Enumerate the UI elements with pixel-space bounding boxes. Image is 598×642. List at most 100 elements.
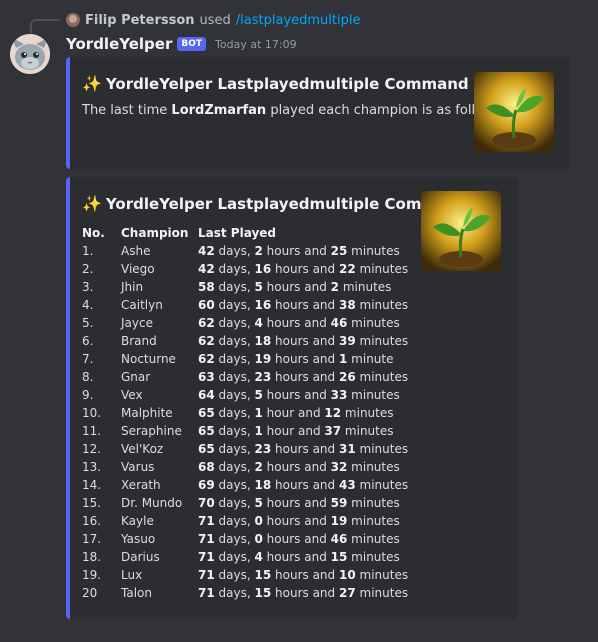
minutes-value: 37 (324, 424, 342, 438)
row-number: 5. (82, 316, 94, 330)
minutes-unit: minutes (351, 244, 400, 258)
row-number: 8. (82, 370, 94, 384)
days-value: 71 (198, 514, 215, 528)
row-last-played: 71 days, 4 hours and 15 minutes (198, 550, 400, 564)
row-champion: Brand (121, 334, 157, 348)
table-row: 6. Brand 62 days, 18 hours and 39 minutes (82, 332, 408, 350)
minutes-value: 2 (330, 280, 339, 294)
hours-unit: hours (275, 298, 309, 312)
row-number: 7. (82, 352, 94, 366)
table-row: 8. Gnar 63 days, 23 hours and 26 minutes (82, 368, 408, 386)
hours-value: 2 (254, 244, 263, 258)
row-champion: Caitlyn (121, 298, 163, 312)
hours-unit: hours (266, 460, 301, 474)
table-row: 16. Kayle 71 days, 0 hours and 19 minutes (82, 512, 408, 530)
row-number: 20 (82, 586, 98, 600)
minutes-unit: minutes (351, 550, 400, 564)
header-no: No. (82, 226, 105, 240)
table-row: 18. Darius 71 days, 4 hours and 15 minutes (82, 548, 408, 566)
row-number: 14. (82, 478, 102, 492)
row-champion: Lux (121, 568, 143, 582)
days-value: 42 (198, 244, 215, 258)
hours-unit: hours (275, 586, 309, 600)
table-row: 7. Nocturne 62 days, 19 hours and 1 minute (82, 350, 408, 368)
message-timestamp[interactable]: Today at 17:09 (215, 38, 297, 51)
table-row: 9. Vex 64 days, 5 hours and 33 minutes (82, 386, 408, 404)
row-champion: Vel'Koz (121, 442, 164, 456)
minutes-unit: minutes (359, 298, 409, 312)
sprout-icon[interactable] (421, 191, 501, 271)
bot-username[interactable]: YordleYelper (66, 35, 172, 53)
sparkles-icon: ✨ (82, 74, 102, 93)
hours-unit: hours (275, 478, 309, 492)
days-value: 62 (198, 316, 215, 330)
hours-unit: hours (275, 442, 309, 456)
minutes-value: 15 (330, 550, 348, 564)
table-row: 15. Dr. Mundo 70 days, 5 hours and 59 minu… (82, 494, 408, 512)
reply-reference[interactable]: Filip Petersson used /lastplayedmultiple (66, 12, 360, 28)
reply-command-link[interactable]: /lastplayedmultiple (236, 13, 361, 28)
hours-value: 19 (254, 352, 272, 366)
days-value: 71 (198, 532, 215, 546)
row-champion: Xerath (121, 478, 161, 492)
minutes-unit: minutes (359, 478, 409, 492)
minutes-value: 26 (338, 370, 356, 384)
table-row: 20 Talon 71 days, 15 hours and 27 minutes (82, 584, 408, 602)
embed-title-text: YordleYelper Lastplayedmultiple Command (105, 74, 469, 93)
days-value: 62 (198, 352, 215, 366)
row-last-played: 71 days, 15 hours and 27 minutes (198, 586, 409, 600)
reply-username[interactable]: Filip Petersson (85, 13, 195, 28)
row-number: 19. (82, 568, 102, 582)
hours-unit: hours (275, 262, 309, 276)
header-champion: Champion (121, 226, 189, 240)
embed-title: ✨ YordleYelper Lastplayedmultiple Comman… (82, 74, 469, 93)
row-last-played: 58 days, 5 hours and 2 minutes (198, 280, 392, 294)
table-row: 2. Viego 42 days, 16 hours and 22 minutes (82, 260, 408, 278)
row-last-played: 64 days, 5 hours and 33 minutes (198, 388, 400, 402)
minutes-value: 46 (330, 316, 348, 330)
sparkles-icon: ✨ (82, 194, 102, 213)
row-number: 13. (82, 460, 102, 474)
minutes-unit: minutes (342, 280, 392, 294)
hours-unit: hours (266, 496, 301, 510)
hours-unit: hours (266, 244, 301, 258)
row-number: 12. (82, 442, 102, 456)
row-number: 15. (82, 496, 102, 510)
row-number: 11. (82, 424, 102, 438)
minutes-unit: minutes (344, 406, 394, 420)
row-champion: Gnar (121, 370, 151, 384)
desc-prefix: The last time (82, 103, 172, 118)
row-last-played: 71 days, 15 hours and 10 minutes (198, 568, 409, 582)
hours-value: 15 (254, 568, 272, 582)
hours-value: 15 (254, 586, 272, 600)
hours-unit: hours (266, 514, 301, 528)
desc-suffix: played each champion is as follows: (266, 103, 505, 118)
row-last-played: 60 days, 16 hours and 38 minutes (198, 298, 409, 312)
hours-value: 0 (254, 532, 263, 546)
user-avatar-icon[interactable] (66, 13, 80, 27)
minutes-unit: minutes (359, 568, 409, 582)
days-value: 71 (198, 550, 215, 564)
minutes-value: 43 (338, 478, 356, 492)
table-row: 1. Ashe 42 days, 2 hours and 25 minutes (82, 242, 408, 260)
row-champion: Viego (121, 262, 155, 276)
row-champion: Nocturne (121, 352, 176, 366)
row-champion: Ashe (121, 244, 151, 258)
minutes-value: 19 (330, 514, 348, 528)
hours-unit: hours (275, 334, 309, 348)
sprout-icon[interactable] (474, 72, 554, 152)
days-value: 68 (198, 460, 215, 474)
hours-unit: hours (275, 370, 309, 384)
hours-value: 23 (254, 370, 272, 384)
row-number: 4. (82, 298, 94, 312)
yordle-avatar-icon[interactable] (10, 34, 50, 74)
days-value: 58 (198, 280, 215, 294)
hours-value: 23 (254, 442, 272, 456)
player-name: LordZmarfan (171, 103, 267, 118)
days-value: 69 (198, 478, 215, 492)
row-number: 10. (82, 406, 102, 420)
minutes-unit: minutes (359, 370, 409, 384)
row-last-played: 71 days, 0 hours and 46 minutes (198, 532, 400, 546)
hours-value: 1 (254, 406, 263, 420)
embed-results: ✨ YordleYelper Lastplayedmultiple Comman… (66, 177, 518, 619)
